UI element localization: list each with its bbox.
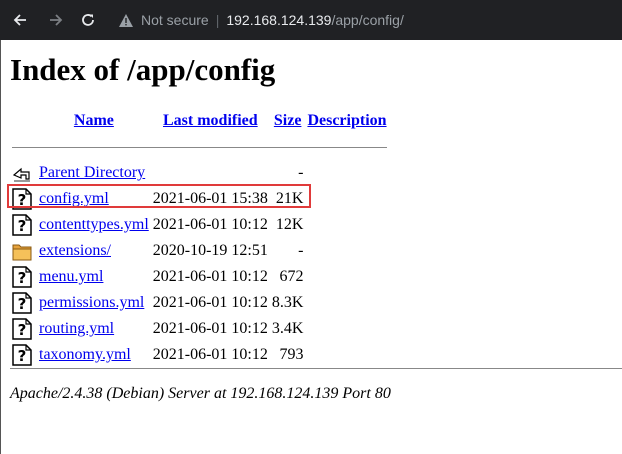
url-host: 192.168.124.139: [226, 12, 332, 28]
file-description: [305, 290, 388, 316]
header-icon-cell: [10, 108, 37, 134]
forward-button[interactable]: [46, 10, 66, 30]
file-size: 793: [279, 346, 304, 363]
sort-by-description-link[interactable]: Description: [307, 112, 386, 129]
warning-icon: [119, 13, 133, 27]
file-row: ? permissions.yml 2021-06-01 10:12 8.3K: [10, 290, 389, 316]
file-last-modified: 2021-06-01 10:12: [152, 294, 268, 311]
file-last-modified: 2020-10-19 12:51: [152, 242, 268, 259]
footer-divider: [10, 368, 622, 369]
file-row: ? taxonomy.yml 2021-06-01 10:12 793: [10, 342, 389, 368]
browser-toolbar: Not secure | 192.168.124.139/app/config/: [0, 0, 622, 40]
window-edge: [0, 40, 1, 454]
file-description: [305, 316, 388, 342]
parent-directory-row: Parent Directory -: [10, 160, 389, 186]
highlight-box: [7, 184, 311, 208]
file-description: [305, 264, 388, 290]
reload-button[interactable]: [78, 10, 98, 30]
file-row: ? routing.yml 2021-06-01 10:12 3.4K: [10, 316, 389, 342]
url-path: /app/config/: [331, 12, 404, 28]
file-description: [305, 186, 388, 212]
file-description: [305, 238, 388, 264]
file-size: 3.4K: [271, 320, 304, 337]
server-signature: Apache/2.4.38 (Debian) Server at 192.168…: [10, 385, 391, 402]
arrow-left-icon: [13, 14, 26, 26]
table-header-row: Name Last modified Size Description: [10, 108, 389, 134]
header-name: Name: [37, 108, 151, 134]
file-row: extensions/2020-10-19 12:51 -: [10, 238, 389, 264]
file-last-modified: 2021-06-01 10:12: [152, 320, 268, 337]
unknown-file-icon: ?: [12, 292, 32, 314]
file-last-modified: 2021-06-01 10:12: [152, 268, 268, 285]
file-row: ? contenttypes.yml 2021-06-01 10:12 12K: [10, 212, 389, 238]
file-link[interactable]: menu.yml: [39, 268, 103, 285]
file-link[interactable]: contenttypes.yml: [39, 216, 149, 233]
sort-by-size-link[interactable]: Size: [274, 112, 302, 129]
url-separator: |: [215, 12, 220, 28]
file-link[interactable]: extensions/: [39, 242, 111, 259]
file-last-modified: 2021-06-01 10:12: [152, 216, 268, 233]
file-size: 672: [279, 268, 304, 285]
address-bar[interactable]: Not secure | 192.168.124.139/app/config/: [112, 7, 622, 33]
parent-size: -: [298, 164, 304, 181]
file-table: Name Last modified Size Description Pare…: [10, 108, 389, 368]
header-divider-row: [10, 134, 389, 160]
reload-icon: [82, 14, 94, 26]
file-description: [305, 342, 388, 368]
svg-text:?: ?: [18, 269, 27, 287]
file-size: 8.3K: [271, 294, 304, 311]
file-description: [305, 212, 388, 238]
back-arrow-icon: [12, 167, 30, 182]
folder-icon: [12, 244, 32, 261]
file-last-modified: 2021-06-01 10:12: [152, 346, 268, 363]
file-row: ? menu.yml 2021-06-01 10:12 672: [10, 264, 389, 290]
header-size: Size: [270, 108, 306, 134]
svg-text:?: ?: [18, 347, 27, 365]
header-divider: [12, 146, 387, 148]
sort-by-last-modified-link[interactable]: Last modified: [163, 112, 258, 129]
unknown-file-icon: ?: [12, 214, 32, 236]
sort-by-name-link[interactable]: Name: [74, 112, 114, 129]
svg-text:?: ?: [18, 295, 27, 313]
file-size: 12K: [275, 216, 304, 233]
file-size: -: [298, 242, 304, 259]
header-description: Description: [305, 108, 388, 134]
file-link[interactable]: permissions.yml: [39, 294, 144, 311]
not-secure-label: Not secure: [141, 12, 209, 28]
file-link[interactable]: routing.yml: [39, 320, 114, 337]
unknown-file-icon: ?: [12, 266, 32, 288]
page-title: Index of /app/config: [10, 52, 276, 87]
header-last-modified: Last modified: [151, 108, 270, 134]
parent-directory-link[interactable]: Parent Directory: [39, 164, 145, 181]
file-link[interactable]: taxonomy.yml: [39, 346, 131, 363]
svg-text:?: ?: [18, 321, 27, 339]
unknown-file-icon: ?: [12, 318, 32, 340]
back-button[interactable]: [10, 10, 30, 30]
unknown-file-icon: ?: [12, 344, 32, 366]
svg-text:?: ?: [18, 217, 27, 235]
arrow-right-icon: [50, 14, 63, 26]
